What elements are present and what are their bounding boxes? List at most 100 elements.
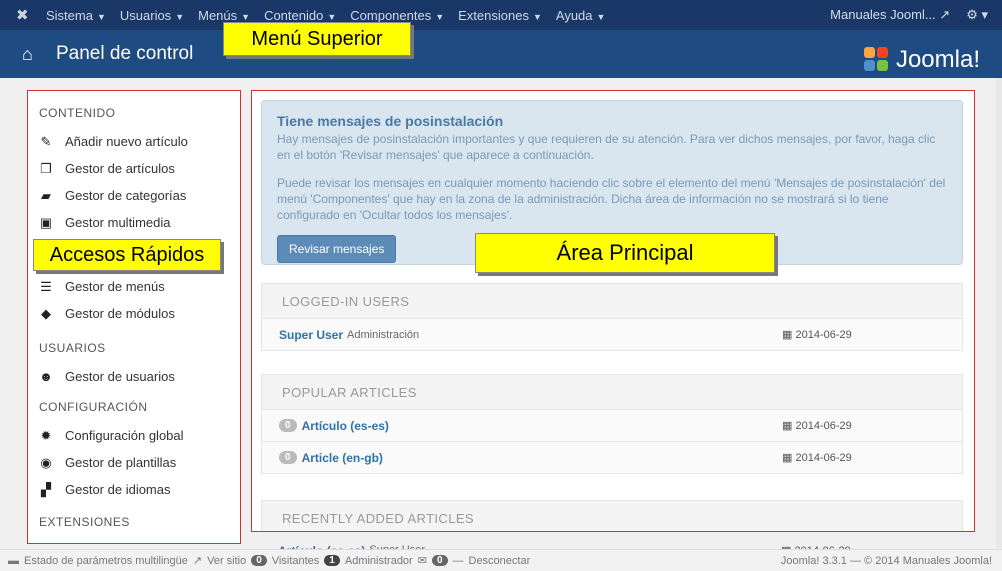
sidebar-add-article[interactable]: ✎ Añadir nuevo artículo [39,128,241,155]
calendar-icon: ▦ [782,329,793,341]
calendar-icon: ▦ [782,420,793,432]
gear-icon[interactable]: ⚙ ▾ [966,7,988,23]
cube-icon: ◆ [41,305,51,321]
menu-componentes[interactable]: Componentes ▼ [350,8,444,23]
message-text-2: Puede revisar los mensajes en cualquier … [277,176,946,222]
sidebar-category-manager[interactable]: ▰ Gestor de categorías [39,182,241,209]
sidebar-module-manager[interactable]: ◆ Gestor de módulos [39,300,241,327]
menu-contenido[interactable]: Contenido ▼ [264,8,336,23]
cog-icon: ✹ [40,427,52,443]
menu-label: Usuarios [119,7,172,23]
hits-badge: 0 [279,419,297,432]
sidebar-item-label: Gestor de idiomas [65,482,171,497]
eye-icon: ◉ [40,454,52,470]
sidebar-language-manager[interactable]: ▞ Gestor de idiomas [39,476,241,503]
message-title: Tiene mensajes de posinstalación [277,113,504,129]
menu-usuarios[interactable]: Usuarios ▼ [120,8,184,23]
menu-ayuda[interactable]: Ayuda ▼ [556,8,606,23]
sidebar-global-config[interactable]: ✹ Configuración global [39,422,241,449]
folder-icon: ▰ [41,187,51,203]
recently-added-panel: RECENTLY ADDED ARTICLES [261,500,963,532]
comment-icon: ▬ [8,554,19,567]
logout-link[interactable]: Desconectar [469,555,531,567]
menu-label: Extensiones [458,7,529,23]
brand-name: Joomla! [895,46,980,73]
section-contenido: CONTENIDO [39,106,116,120]
hits-badge: 0 [279,451,297,464]
view-site-link[interactable]: Ver sitio [207,555,246,567]
copy-icon: ❐ [40,160,52,176]
panel-header: RECENTLY ADDED ARTICLES [282,510,474,526]
visitors-label: Visitantes [271,554,320,567]
external-link-icon: ↗ [939,7,951,22]
date-value: 2014-06-29 [795,329,852,341]
sidebar-article-manager[interactable]: ❐ Gestor de artículos [39,155,241,182]
joomla-menu-icon[interactable]: ✖ [16,6,34,24]
site-link[interactable]: Manuales Jooml... ↗ [830,7,950,23]
sidebar-item-label: Gestor de menús [65,279,165,294]
sidebar-item-label: Configuración global [65,428,184,443]
sidebar-item-label: Añadir nuevo artículo [65,134,188,149]
admin-label: Administrador [344,554,413,567]
sidebar-item-label: Gestor de artículos [65,161,175,176]
messages-count[interactable]: 0 [431,555,448,566]
date-value: 2014-06-29 [795,420,852,432]
user-role: Administración [347,328,420,341]
popular-articles-panel: POPULAR ARTICLES 0 Artículo (es-es) ▦ 20… [261,374,963,474]
article-link[interactable]: Artículo (es-es) [302,419,389,433]
page-title: Panel de control [56,43,194,64]
table-row: 0 Artículo (es-es) ▦ 2014-06-29 [262,409,962,441]
sidebar-user-manager[interactable]: ☻ Gestor de usuarios [39,363,241,390]
menu-label: Sistema [46,7,93,23]
pencil-icon: ✎ [40,133,52,149]
article-link[interactable]: Article (en-gb) [302,451,383,465]
menu-menus[interactable]: Menús ▼ [198,8,250,23]
menu-label: Menús [198,7,238,23]
scrollbar[interactable] [996,78,1002,548]
section-extensiones: EXTENSIONES [39,515,130,529]
menu-label: Ayuda [555,7,593,23]
callout-accesos-rapidos: Accesos Rápidos [33,239,221,271]
row-date: ▦ 2014-06-29 [782,451,852,464]
callout-area-principal: Área Principal [475,233,775,273]
envelope-icon: ✉ [417,555,427,567]
external-link-icon: ↗ [192,555,203,567]
review-messages-button[interactable]: Revisar mensajes [277,235,397,263]
users-icon: ☻ [39,369,53,384]
date-value: 2014-06-29 [795,452,852,464]
sidebar-menu-manager[interactable]: ☰ Gestor de menús [39,273,241,300]
section-usuarios: USUARIOS [39,341,106,355]
status-bar: ▬ Estado de parámetros multilingüe ↗ Ver… [0,549,1002,571]
list-icon: ☰ [40,278,52,294]
comments-icon: ▞ [41,481,51,497]
top-menu-bar: ✖ Sistema ▼ Usuarios ▼ Menús ▼ Contenido ▼ C… [0,0,1002,30]
minus-icon: — [452,554,464,567]
sidebar-media-manager[interactable]: ▣ Gestor multimedia [39,209,241,236]
visitors-count: 0 [251,555,267,566]
menu-extensiones[interactable]: Extensiones ▼ [458,8,542,23]
sidebar-item-label: Gestor de módulos [65,306,175,321]
message-text-1: Hay mensajes de posinstalación important… [277,132,936,162]
menu-label: Componentes [350,7,432,23]
sidebar-item-label: Gestor de plantillas [65,455,177,470]
table-row: 0 Article (en-gb) ▦ 2014-06-29 [262,441,962,473]
quick-access-sidebar: CONTENIDO ✎ Añadir nuevo artículo ❐ Gestor… [27,90,241,544]
logged-in-users-panel: LOGGED-IN USERS Super User Administració… [261,283,963,351]
image-icon: ▣ [39,214,53,230]
callout-menu-superior: Menú Superior [223,22,411,56]
menu-sistema[interactable]: Sistema ▼ [46,8,106,23]
multilang-status-link[interactable]: Estado de parámetros multilingüe [24,555,188,567]
page-header: ⌂ Panel de control [0,30,1002,78]
main-area: Tiene mensajes de posinstalación Hay men… [251,90,975,532]
site-link-label: Manuales Jooml... [830,7,936,22]
panel-header: POPULAR ARTICLES [282,384,417,400]
sidebar-item-label: Gestor de usuarios [65,369,175,384]
panel-header: LOGGED-IN USERS [282,293,410,309]
joomla-logo-mark [863,47,890,73]
sidebar-item-label: Gestor de categorías [65,188,187,203]
home-icon: ⌂ [22,43,33,64]
sidebar-item-label: Gestor multimedia [65,215,171,230]
sidebar-template-manager[interactable]: ◉ Gestor de plantillas [39,449,241,476]
table-row: Super User Administración ▦ 2014-06-29 [262,318,962,350]
user-link[interactable]: Super User [279,328,343,342]
